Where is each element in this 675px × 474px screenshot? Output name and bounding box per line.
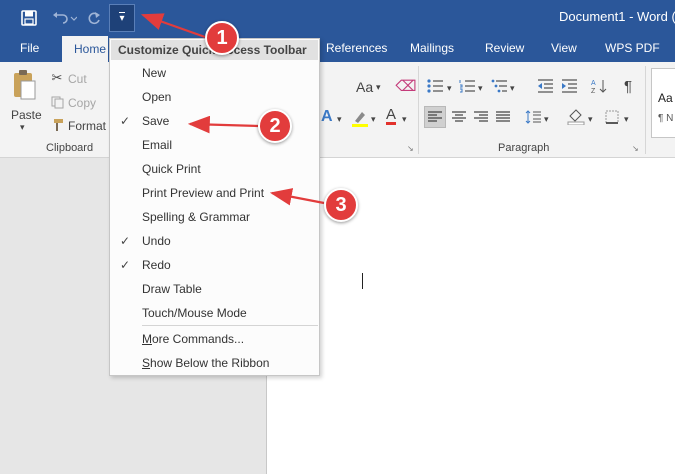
menu-item-spelling-grammar[interactable]: Spelling & Grammar — [142, 210, 250, 224]
tab-view[interactable]: View — [551, 41, 577, 55]
bullets-dropdown-icon[interactable]: ▾ — [447, 83, 452, 94]
numbering-icon[interactable] — [458, 77, 476, 95]
ribbon-tab-bar: File Home References Mailings Review Vie… — [0, 36, 675, 62]
highlight-dropdown-icon[interactable]: ▾ — [371, 114, 376, 125]
step-badge-3: 3 — [324, 188, 358, 222]
borders-dropdown-icon[interactable]: ▾ — [624, 114, 629, 125]
svg-text:Z: Z — [591, 88, 596, 94]
menu-separator — [142, 325, 318, 326]
menu-item-quick-print[interactable]: Quick Print — [142, 162, 201, 176]
text-effects-dropdown-icon[interactable]: ▾ — [337, 114, 342, 125]
paragraph-group-label: Paragraph — [498, 142, 550, 154]
cut-button[interactable]: Cut — [68, 72, 87, 86]
tab-review[interactable]: Review — [485, 41, 524, 55]
font-color-button[interactable]: A — [386, 107, 397, 125]
font-color-dropdown-icon[interactable]: ▾ — [402, 114, 407, 125]
bullets-icon[interactable] — [426, 77, 444, 95]
justify-icon[interactable] — [493, 107, 513, 127]
paste-icon[interactable] — [10, 68, 40, 104]
menu-item-touch-mouse-mode[interactable]: Touch/Mouse Mode — [142, 306, 247, 320]
menu-item-email[interactable]: Email — [142, 138, 172, 152]
paste-button[interactable]: Paste — [11, 108, 42, 122]
save-icon[interactable] — [18, 6, 40, 30]
copy-icon — [50, 95, 64, 109]
step-badge-2: 2 — [258, 109, 292, 143]
tab-wps-pdf[interactable]: WPS PDF — [605, 41, 660, 55]
customize-qat-button[interactable]: ▾ — [109, 4, 135, 32]
tab-mailings[interactable]: Mailings — [410, 41, 454, 55]
decrease-indent-icon[interactable] — [536, 77, 554, 95]
change-case-dropdown-icon[interactable]: ▾ — [376, 82, 381, 93]
text-effects-button[interactable]: A — [321, 108, 333, 126]
multilevel-dropdown-icon[interactable]: ▾ — [510, 83, 515, 94]
checkmark-icon: ✓ — [120, 258, 131, 272]
menu-item-redo[interactable]: Redo — [142, 258, 171, 272]
text-cursor — [362, 273, 363, 289]
clipboard-group-label: Clipboard — [46, 142, 94, 154]
customize-qat-menu: Customize Quick Access Toolbar New Open ✓ S… — [109, 38, 320, 376]
menu-item-save[interactable]: Save — [142, 114, 169, 128]
line-spacing-dropdown-icon[interactable]: ▾ — [544, 114, 549, 125]
copy-button[interactable]: Copy — [68, 96, 96, 110]
sort-icon[interactable]: AZ — [590, 77, 608, 95]
align-center-icon[interactable] — [449, 107, 469, 127]
redo-icon[interactable] — [84, 6, 104, 30]
clear-formatting-icon[interactable]: ⌫ — [395, 77, 416, 95]
shading-dropdown-icon[interactable]: ▾ — [588, 114, 593, 125]
change-case-button[interactable]: Aa — [356, 79, 373, 95]
menu-item-new[interactable]: New — [142, 66, 166, 80]
dialog-launcher-icon[interactable]: ↘ — [407, 144, 414, 153]
menu-item-more-commands[interactable]: More Commands... — [142, 332, 244, 346]
line-spacing-icon[interactable] — [523, 107, 543, 127]
menu-item-show-below-ribbon[interactable]: Show Below the Ribbon — [142, 356, 269, 370]
ribbon: Paste ▾ ✂ Cut Copy Format Clipboard Aa ▾… — [0, 62, 675, 158]
tab-file[interactable]: File — [20, 41, 39, 55]
scissors-icon: ✂ — [51, 70, 63, 85]
style-name-normal: ¶ N — [658, 113, 674, 124]
tab-references[interactable]: References — [326, 41, 387, 55]
window-title: Document1 - Word (P — [559, 9, 675, 24]
menu-item-undo[interactable]: Undo — [142, 234, 171, 248]
format-painter-button[interactable]: Format — [68, 119, 106, 133]
title-bar: ▾ Document1 - Word (P — [0, 0, 675, 36]
svg-text:A: A — [591, 80, 596, 87]
styles-gallery[interactable]: Aa ¶ N — [651, 68, 675, 138]
align-left-icon[interactable] — [424, 106, 446, 128]
menu-item-open[interactable]: Open — [142, 90, 171, 104]
increase-indent-icon[interactable] — [560, 77, 578, 95]
menu-item-draw-table[interactable]: Draw Table — [142, 282, 202, 296]
paste-dropdown-icon[interactable]: ▾ — [20, 122, 25, 133]
step-badge-1: 1 — [205, 21, 239, 55]
checkmark-icon: ✓ — [120, 114, 131, 128]
multilevel-list-icon[interactable] — [490, 77, 508, 95]
highlight-icon[interactable] — [350, 108, 370, 128]
align-right-icon[interactable] — [471, 107, 491, 127]
shading-icon[interactable] — [566, 107, 586, 127]
style-sample-normal: Aa — [658, 91, 673, 105]
format-painter-icon — [50, 118, 64, 132]
show-formatting-marks-button[interactable]: ¶ — [624, 78, 632, 95]
menu-item-print-preview-and-print[interactable]: Print Preview and Print — [142, 186, 264, 200]
borders-icon[interactable] — [602, 107, 622, 127]
checkmark-icon: ✓ — [120, 234, 131, 248]
chevron-down-icon: ▾ — [119, 12, 125, 24]
undo-icon[interactable] — [50, 6, 78, 30]
group-separator — [645, 66, 646, 154]
group-separator — [418, 66, 419, 154]
tab-home[interactable]: Home — [62, 36, 108, 62]
numbering-dropdown-icon[interactable]: ▾ — [478, 83, 483, 94]
dialog-launcher-icon[interactable]: ↘ — [632, 144, 639, 153]
